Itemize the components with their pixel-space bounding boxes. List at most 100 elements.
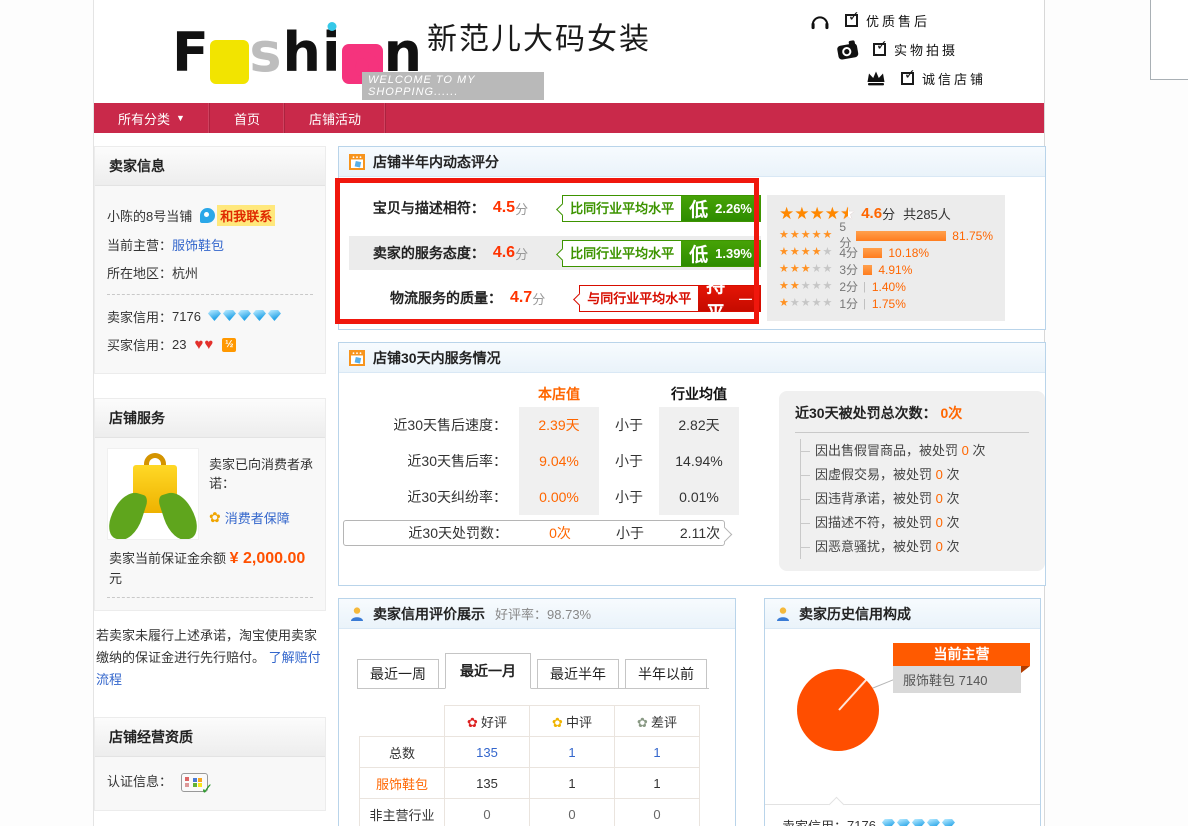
history-info: 卖家信用： 7176 主营行业： 服饰鞋包 7140 主营占比： 99.50%	[765, 805, 1040, 826]
compare-badge: 低 1.39%	[681, 241, 760, 266]
contact-me-button[interactable]: 和我联系	[217, 205, 275, 226]
positive-rate-label: 好评率：	[495, 607, 547, 622]
penalty-zero: 0	[936, 539, 943, 554]
deposit-unit: 元	[109, 571, 122, 586]
rating-count: 共285人	[903, 204, 951, 223]
reviews-title: 卖家信用评价展示	[373, 604, 485, 624]
person-icon	[349, 606, 365, 622]
history-title: 卖家历史信用构成	[799, 604, 911, 624]
hand-left	[107, 488, 149, 540]
compare-text: 比同行业平均水平	[563, 196, 681, 221]
half-star-icon: ★★	[840, 205, 855, 222]
dsr-label: 卖家的服务态度：	[369, 243, 485, 263]
dsr-unit: 分	[515, 244, 528, 263]
main-category-row: 当前主营： 服饰鞋包	[107, 235, 313, 254]
badge-after-sale: 优质售后	[807, 8, 986, 33]
diamond-icon	[912, 819, 925, 826]
service30-col-headers: 本店值 行业均值	[357, 381, 739, 407]
site-header: Fashion 新范儿大码女装 WELCOME TO MY SHOPPING..…	[94, 0, 1044, 103]
row-label: 近30天售后率：	[357, 443, 507, 479]
guarantee-image	[107, 448, 199, 540]
review-table: ✿好评 ✿中评 ✿差评 总数 135 1 1 服饰鞋包 135	[359, 705, 700, 826]
tab-last-month[interactable]: 最近一月	[445, 653, 531, 689]
industry-value: 0.01%	[659, 479, 739, 515]
count-neutral[interactable]: 1	[530, 737, 615, 768]
dsr-label: 宝贝与描述相符：	[369, 198, 485, 218]
buyer-credit-value: 23	[172, 337, 186, 352]
history-panel: 卖家历史信用构成 当前主营 服饰鞋包 7140	[764, 598, 1041, 826]
nav-home[interactable]: 首页	[210, 103, 285, 133]
tab-last-week[interactable]: 最近一周	[357, 659, 439, 689]
divider	[107, 597, 313, 598]
consumer-guarantee-link[interactable]: 消费者保障	[225, 508, 290, 527]
page-container: Fashion 新范儿大码女装 WELCOME TO MY SHOPPING..…	[93, 0, 1045, 826]
credit-value: 7176	[847, 818, 876, 826]
certificate-icon[interactable]	[181, 773, 208, 792]
star-row-icons: ★★★★★	[779, 264, 833, 275]
promise-note: 若卖家未履行上述承诺，淘宝使用卖家缴纳的保证金进行先行赔付。 了解赔付流程	[96, 625, 328, 691]
main-category-label: 当前主营：	[107, 235, 172, 254]
qualification-panel: 店铺经营资质 认证信息：	[94, 717, 326, 811]
penalty-item: 因出售假冒商品，被处罚 0 次	[801, 439, 1029, 463]
diamond-icon	[253, 310, 266, 321]
seller-credit-row: 卖家信用： 7176	[107, 307, 313, 326]
badge-pct: —	[739, 291, 752, 306]
row-label: 近30天纠纷率：	[357, 479, 507, 515]
dist-bar	[856, 231, 946, 241]
dsr-score: 4.7	[510, 289, 532, 307]
calendar-icon	[349, 350, 365, 366]
divider	[107, 294, 313, 295]
dist-row-3: ★★★★★ 3分 4.91%	[779, 261, 993, 278]
positive-rate-value: 98.73%	[547, 607, 591, 622]
count-good[interactable]: 135	[445, 737, 530, 768]
penalty-text: 因违背承诺，被处罚	[815, 491, 932, 506]
nav-label: 首页	[234, 109, 260, 128]
tab-before-half-year[interactable]: 半年以前	[625, 659, 707, 689]
hand-right	[157, 488, 199, 540]
nav-shop-activity[interactable]: 店铺活动	[285, 103, 386, 133]
heart-icon: ♥	[194, 336, 203, 353]
wangwang-icon[interactable]	[200, 208, 215, 223]
buyer-credit-label: 买家信用：	[107, 335, 172, 354]
dsr-compare-bubble: 比同行业平均水平 低 1.39%	[562, 240, 761, 267]
dsr-compare-bubble: 与同行业平均水平 持平 —	[579, 285, 761, 312]
count-good: 135	[445, 768, 530, 799]
count-bad[interactable]: 1	[615, 737, 700, 768]
dsr-score: 4.6	[493, 244, 515, 262]
bad-flower-icon: ✿	[637, 715, 648, 730]
reviews-panel: 卖家信用评价展示 好评率：98.73% 最近一周 最近一月 最近半年 半年以前	[338, 598, 736, 826]
diamond-icon	[223, 310, 236, 321]
service30-title: 店铺30天内服务情况	[373, 348, 501, 368]
nav-label: 店铺活动	[309, 109, 361, 128]
penalty-item: 因虚假交易，被处罚 0 次	[801, 463, 1029, 487]
service30-table: 本店值 行业均值 近30天售后速度： 2.39天 小于 2.82天 近30天售后…	[357, 381, 739, 571]
logo-letter: h	[283, 22, 322, 84]
overall-score: 4.6	[861, 205, 882, 222]
row-label: 非主营行业	[360, 799, 445, 826]
tab-last-half-year[interactable]: 最近半年	[537, 659, 619, 689]
badge-label: 诚信店铺	[922, 69, 986, 88]
diamond-icon	[882, 819, 895, 826]
dist-label: 1分	[839, 295, 858, 312]
empty-cell	[360, 706, 445, 737]
nav-all-categories[interactable]: 所有分类 ▼	[94, 103, 210, 133]
divider	[795, 432, 1029, 433]
col-industry-avg: 行业均值	[659, 384, 739, 404]
count-neutral: 1	[530, 768, 615, 799]
half-badge-icon: ½	[222, 338, 236, 352]
dsr-row-attitude: 卖家的服务态度： 4.6 分 比同行业平均水平 低 1.39%	[349, 236, 761, 270]
main-category-link[interactable]: 服饰鞋包	[172, 235, 224, 254]
reviews-header: 卖家信用评价展示 好评率：98.73%	[339, 599, 735, 629]
dsr-unit: 分	[515, 199, 528, 218]
crown-icon	[863, 70, 889, 87]
dist-pct: 81.75%	[952, 229, 993, 243]
penalty-row-callout: 近30天处罚数： 0次 小于 2.11次	[343, 520, 725, 546]
callout-banner: 当前主营	[893, 643, 1030, 666]
logo-letter-block-yellow: a	[210, 40, 249, 84]
dsr-panel-header: 店铺半年内动态评分	[339, 147, 1045, 177]
seller-info-body: 小陈的8号当铺 和我联系 当前主营： 服饰鞋包 所在地区： 杭州 卖家信用：	[95, 186, 325, 373]
checkbox-icon	[873, 43, 886, 56]
penalty-zero: 0	[936, 467, 943, 482]
row-label: 近30天售后速度：	[357, 407, 507, 443]
col-label: 好评	[481, 715, 507, 730]
